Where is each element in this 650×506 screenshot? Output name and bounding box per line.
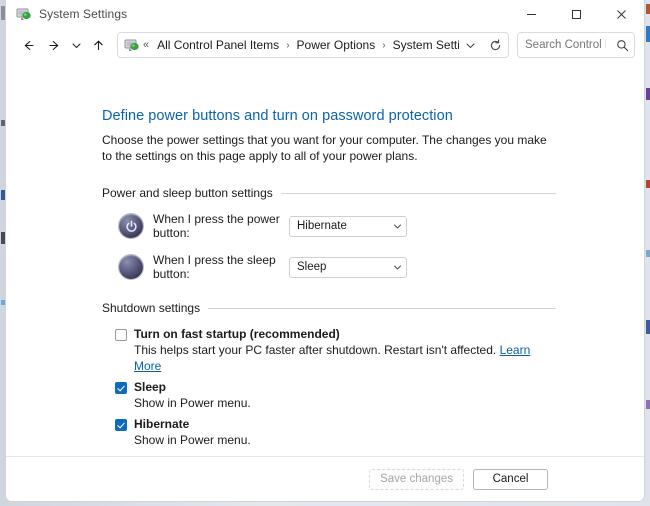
page-description: Choose the power settings that you want … [102, 133, 547, 163]
address-control-panel-icon [124, 37, 140, 53]
hibernate-option-description: Show in Power menu. [134, 433, 251, 447]
settings-panel: Define power buttons and turn on passwor… [102, 108, 556, 491]
breadcrumb: All Control Panel Items › Power Options … [154, 36, 459, 54]
fast-startup-row[interactable]: Turn on fast startup (recommended) [115, 327, 556, 341]
power-section-label: Power and sleep button settings [102, 186, 273, 200]
fast-startup-description-text: This helps start your PC faster after sh… [134, 343, 497, 357]
footer-actions: Save changes Cancel [6, 457, 644, 501]
sleep-option-label: Sleep [134, 380, 167, 394]
control-panel-icon [16, 6, 32, 22]
search-box[interactable] [517, 32, 635, 58]
sleep-button-action-select[interactable]: Sleep [289, 256, 407, 278]
breadcrumb-item-all-control-panel-items[interactable]: All Control Panel Items [154, 36, 282, 54]
power-button-row: When I press the power button: Hibernate [102, 212, 556, 240]
cancel-button[interactable]: Cancel [473, 468, 548, 490]
window-controls [509, 0, 644, 28]
power-section-header: Power and sleep button settings [102, 186, 556, 200]
address-chevron-down-icon[interactable] [459, 33, 481, 57]
chevron-down-icon [388, 222, 406, 231]
up-arrow-icon[interactable] [85, 32, 111, 58]
breadcrumb-separator-icon: › [286, 39, 290, 51]
forward-arrow-icon[interactable] [41, 32, 67, 58]
breadcrumb-overflow-icon[interactable]: « [143, 39, 149, 51]
breadcrumb-item-power-options[interactable]: Power Options [294, 36, 379, 54]
power-button-label: When I press the power button: [153, 212, 280, 240]
section-divider [208, 307, 556, 309]
system-settings-window: System Settings « All Control Panel Item… [5, 0, 645, 502]
sleep-button-row: When I press the sleep button: Sleep [102, 253, 556, 281]
search-icon[interactable] [610, 39, 634, 52]
sleep-button-label: When I press the sleep button: [153, 253, 276, 281]
close-button[interactable] [599, 0, 644, 28]
hibernate-checkbox[interactable] [115, 419, 127, 431]
title-bar: System Settings [6, 0, 644, 28]
chevron-down-icon [388, 263, 406, 272]
shutdown-section-label: Shutdown settings [102, 301, 201, 315]
content-area: Define power buttons and turn on passwor… [6, 62, 644, 501]
hibernate-option-row[interactable]: Hibernate [115, 417, 556, 431]
fast-startup-label: Turn on fast startup (recommended) [134, 327, 340, 341]
page-title: Define power buttons and turn on passwor… [102, 108, 453, 124]
section-divider [280, 192, 556, 194]
address-bar[interactable]: « All Control Panel Items › Power Option… [117, 32, 509, 58]
fast-startup-description: This helps start your PC faster after sh… [115, 342, 556, 374]
sleep-button-action-value: Sleep [297, 261, 327, 273]
sleep-button-icon [119, 255, 143, 279]
back-arrow-icon[interactable] [15, 32, 41, 58]
hibernate-option-label: Hibernate [134, 417, 190, 431]
sleep-option-description: Show in Power menu. [134, 396, 251, 410]
maximize-button[interactable] [554, 0, 599, 28]
search-input[interactable] [518, 39, 610, 51]
navigation-bar: « All Control Panel Items › Power Option… [6, 28, 644, 62]
fast-startup-checkbox[interactable] [115, 329, 127, 341]
power-button-icon [119, 214, 143, 238]
recent-locations-chevron-down-icon[interactable] [67, 32, 85, 58]
power-button-action-value: Hibernate [297, 220, 347, 232]
sleep-checkbox[interactable] [115, 382, 127, 394]
minimize-button[interactable] [509, 0, 554, 28]
shutdown-section-header: Shutdown settings [102, 301, 556, 315]
refresh-icon[interactable] [481, 33, 508, 57]
power-button-action-select[interactable]: Hibernate [289, 215, 407, 237]
sleep-option-row[interactable]: Sleep [115, 380, 556, 394]
window-title: System Settings [39, 7, 128, 21]
breadcrumb-item-system-settings[interactable]: System Settings [390, 36, 459, 54]
breadcrumb-separator-icon: › [382, 39, 386, 51]
save-changes-button[interactable]: Save changes [369, 468, 464, 490]
